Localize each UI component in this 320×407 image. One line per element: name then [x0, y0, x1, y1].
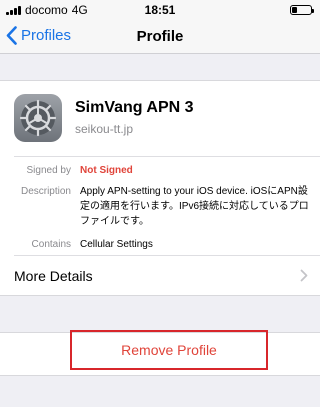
profile-domain: seikou-tt.jp [75, 122, 134, 136]
remove-profile-section: Remove Profile [0, 330, 320, 376]
status-bar: docomo 4G 18:51 [0, 0, 320, 20]
contains-label: Contains [31, 239, 71, 250]
signed-by-value: Not Signed [80, 165, 133, 176]
signed-by-label: Signed by [26, 165, 71, 176]
profile-card: SimVang APN 3 seikou-tt.jp Signed by Not… [0, 80, 320, 296]
chevron-right-icon [300, 269, 308, 282]
battery-icon [290, 5, 314, 15]
more-details-row[interactable]: More Details [0, 256, 320, 297]
profile-name: SimVang APN 3 [75, 99, 194, 116]
contains-value: Cellular Settings [80, 239, 153, 250]
settings-gear-icon [14, 94, 62, 142]
description-label: Description [20, 186, 71, 197]
description-value: Apply APN-setting to your iOS device. iO… [80, 186, 309, 227]
more-details-label: More Details [14, 268, 93, 284]
status-time: 18:51 [144, 3, 176, 17]
page-title: Profile [136, 28, 184, 45]
navigation-bar: Profiles Profile [0, 20, 320, 54]
remove-profile-button[interactable]: Remove Profile [70, 330, 268, 370]
divider [14, 156, 320, 157]
